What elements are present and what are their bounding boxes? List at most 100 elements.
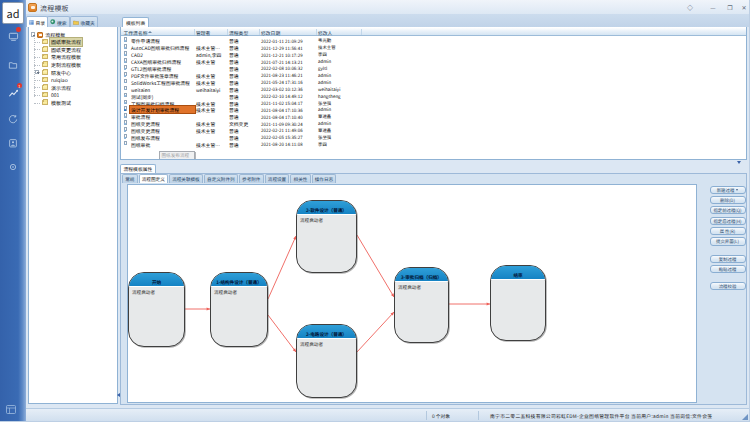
tasks-count-badge: 1 xyxy=(17,83,22,88)
flow-node[interactable]: 2-电路设计（普通） 流程启动者 xyxy=(296,324,357,398)
notification-badge xyxy=(16,27,21,32)
folder-icon xyxy=(42,70,48,75)
flow-edge[interactable] xyxy=(268,236,296,299)
table-row[interactable]: weitaien weihaitaiyi 普通 2022-03-02 10:12… xyxy=(121,85,746,92)
table-row[interactable]: GTL2图纸审批流程 普通 2022-02-08 10:06:32 gylsl xyxy=(121,64,746,71)
app-window: ad 1 流程模板 ◇ — ❐ ✕ xyxy=(0,0,750,422)
table-row[interactable]: 图纸发布流程 普通 2022-02-05 15:35:27 张坐强 xyxy=(121,133,746,140)
column-separator xyxy=(227,29,228,35)
col-process-type[interactable]: 流程类型 xyxy=(229,29,248,36)
close-button[interactable]: ✕ xyxy=(739,2,749,12)
column-separator xyxy=(316,29,317,35)
drag-tooltip: 图纸发布流程 xyxy=(159,151,195,160)
action-button[interactable]: 删除(D) xyxy=(710,196,746,204)
action-button[interactable]: 新建过程 xyxy=(710,186,746,194)
flow-node-owner: 流程启动者 xyxy=(297,215,356,223)
workflow-icon xyxy=(124,72,129,77)
flow-node[interactable]: 1-结构件设计（普通） 流程启动者 xyxy=(210,272,268,347)
pin-button[interactable]: ◇ xyxy=(685,2,695,12)
subtab[interactable]: 自定义附件列 xyxy=(204,174,238,183)
sync-refresh-icon[interactable] xyxy=(6,112,20,126)
table-row[interactable]: 审批流程 普通 2021-08-04 17:10:40 覃道鑫 xyxy=(121,112,746,119)
column-separator xyxy=(259,29,260,35)
flow-edge[interactable] xyxy=(268,315,296,352)
table-header: 工作流名称 管理者 流程类型 修改日期 修改人 xyxy=(121,28,746,36)
splitter-collapse-down-icon[interactable] xyxy=(737,161,741,164)
cell-workflow-name: 图纸审批 xyxy=(131,141,150,148)
action-button[interactable]: 属 性(R) xyxy=(710,227,746,235)
subtab[interactable]: 参考附件 xyxy=(239,174,264,183)
catalog-tree-panel: 流程模板 图纸审批流程 图纸变更流程 常用流程模板 xyxy=(28,27,118,404)
table-row[interactable]: SolidWorks工程图审批流程 技术主管 普通 2021-05-24 17:… xyxy=(121,78,746,85)
table-row[interactable]: 图纸变更流程 技术主管 文档变更 2021-11-09 09:30:24 adm… xyxy=(121,119,746,126)
flow-node[interactable]: 开始 流程启动者 xyxy=(128,272,185,347)
tab-favorites[interactable]: 收藏夹 xyxy=(70,16,98,27)
contacts-book-icon[interactable] xyxy=(6,136,20,150)
workspace-monitor-icon[interactable] xyxy=(6,29,20,43)
flow-edge[interactable] xyxy=(357,312,394,352)
col-workflow-name[interactable]: 工作流名称 xyxy=(124,29,148,36)
tree-item[interactable]: 演示流程 xyxy=(29,84,117,92)
action-button[interactable]: 指定后过程(H) xyxy=(710,217,746,225)
column-separator xyxy=(361,29,362,35)
subtab[interactable]: 流程图定义 xyxy=(139,174,168,183)
subtab[interactable]: 流程关联模板 xyxy=(169,174,203,183)
maximize-button[interactable]: ❐ xyxy=(725,2,735,12)
flow-edge[interactable] xyxy=(357,235,394,297)
settings-gear-icon[interactable] xyxy=(6,160,20,174)
table-row[interactable]: 工程图审批归档流程 技术主管 普通 2021-11-02 15:04:17 张坐… xyxy=(121,99,746,106)
bottom-grid-icon[interactable] xyxy=(4,402,18,416)
table-row[interactable]: 测试(同步) 普通 2022-02-10 14:49:12 hangsheng xyxy=(121,92,746,99)
table-row[interactable]: 图纸审批 技术主管… 普通 2021-08-20 14:11:08 李四 xyxy=(121,140,746,147)
subtab[interactable]: 相关性 xyxy=(290,174,310,183)
table-row[interactable]: 零件申请流程 普通 2022-01-11 21:09:29 韦光勤 xyxy=(121,37,746,44)
action-button[interactable]: 提交界面(L) xyxy=(710,237,746,245)
collapse-icon[interactable] xyxy=(31,32,35,36)
column-separator xyxy=(194,29,195,35)
expand-icon[interactable] xyxy=(35,70,39,74)
workflow-icon xyxy=(124,79,129,84)
workflow-icon xyxy=(124,100,129,105)
col-modifier[interactable]: 修改人 xyxy=(318,29,332,36)
tab-search[interactable]: 搜索 xyxy=(47,16,70,27)
action-button[interactable]: 指定前过程(Q) xyxy=(710,206,746,214)
subtab[interactable]: 操作日志 xyxy=(312,174,337,183)
resize-grip[interactable] xyxy=(741,413,748,420)
table-row[interactable]: 设计开发计划审批流程 技术主管 普通 2021-08-04 17:10:36 a… xyxy=(121,106,746,113)
folder-icon xyxy=(42,85,48,90)
subtab-label: 参考附件 xyxy=(242,176,260,182)
tree-item[interactable]: ruiqiao xyxy=(29,76,117,84)
table-row[interactable]: AutoCAD图纸审批归档流程 技术主管… 普通 2021-12-29 11:5… xyxy=(121,43,746,50)
tab-template-properties[interactable]: 流程模板属性 xyxy=(120,164,157,173)
table-row[interactable]: 图纸变更流程 技术主管 普通 2022-02-21 11:49:06 覃道鑫 xyxy=(121,126,746,133)
subtab[interactable]: 流程设置 xyxy=(265,174,290,183)
documents-folder-icon[interactable] xyxy=(6,58,20,72)
action-button-label: 提交界面(L) xyxy=(716,238,739,244)
table-row[interactable]: CAXA图纸审批归档流程 技术主管 普通 2021-07-21 14:13:21… xyxy=(121,57,746,64)
tasks-chart-icon[interactable]: 1 xyxy=(6,86,20,100)
col-manager[interactable]: 管理者 xyxy=(196,29,210,36)
action-button[interactable]: 流程校验 xyxy=(710,282,746,290)
flow-node[interactable]: 结束 xyxy=(490,265,546,341)
tab-catalog[interactable]: 目录 xyxy=(26,16,48,27)
flow-node-title: 2-软件设计（普通） xyxy=(297,201,356,215)
tab-favorites-label: 收藏夹 xyxy=(81,19,95,26)
tree-item[interactable]: 001 xyxy=(29,91,117,99)
action-button[interactable]: 粘贴过程 xyxy=(710,265,746,273)
minimize-button[interactable]: — xyxy=(708,2,718,12)
tree-item[interactable]: 研发中心 xyxy=(29,68,117,76)
flow-node[interactable]: 2-软件设计（普通） 流程启动者 xyxy=(296,200,357,273)
subtab[interactable]: 常规 xyxy=(122,174,138,183)
table-row[interactable]: CAD2 admin,李四 普通 2021-12-21 10:17:29 李四 xyxy=(121,50,746,57)
tree-item-label: 模板测试 xyxy=(50,99,72,107)
action-button-label: 属 性(R) xyxy=(720,228,736,234)
tab-template-list[interactable]: 模板列表 xyxy=(122,17,149,27)
status-separator xyxy=(426,411,427,420)
action-button[interactable]: 复制过程 xyxy=(710,255,746,263)
tree-item[interactable]: 定制流程模板 xyxy=(29,61,117,69)
flow-node[interactable]: 3-审批归档（归档） 流程启动者 xyxy=(394,267,449,343)
col-modified-date[interactable]: 修改日期 xyxy=(261,29,280,36)
tree-item[interactable]: 模板测试 xyxy=(29,99,117,107)
subtab-label: 操作日志 xyxy=(315,176,333,182)
table-row[interactable]: PDF文件审批签章流程 技术主管 普通 2021-08-23 11:46:21 … xyxy=(121,71,746,78)
